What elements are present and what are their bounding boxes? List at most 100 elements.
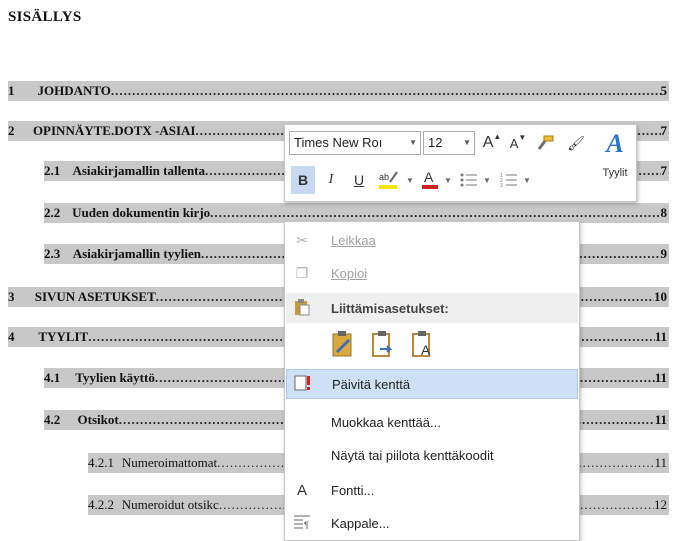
- menu-item-edit-field[interactable]: Muokkaa kenttää...: [286, 407, 578, 437]
- toc-entry[interactable]: 2.2 Uuden dokumentin kirjo .............…: [44, 203, 669, 223]
- toc-entry-page: 7: [660, 123, 668, 138]
- toc-entry-page: 7: [660, 163, 668, 178]
- paste-merge-formatting-icon[interactable]: [370, 329, 398, 359]
- toc-entry-page: 8: [660, 205, 668, 220]
- shrink-font-icon: A: [509, 135, 519, 151]
- toc-entry-page: 11: [654, 370, 667, 385]
- svg-text:3: 3: [500, 183, 503, 188]
- toc-title: SISÄLLYS: [8, 9, 82, 25]
- chevron-down-icon: ▼: [444, 175, 452, 185]
- font-name-value: Times New Roı: [294, 135, 383, 150]
- toc-entry-number: 2.3: [44, 246, 61, 261]
- toc-entry-page: 5: [660, 83, 668, 98]
- highlighter-icon: ab: [379, 171, 398, 189]
- toc-entry-number: 4.2.2: [88, 497, 114, 512]
- menu-item-paragraph[interactable]: ¶ Kappale...: [286, 508, 578, 538]
- format-painter-button[interactable]: [533, 131, 557, 155]
- menu-item-cut[interactable]: ✂ Leikkaa: [286, 225, 578, 255]
- clear-formatting-button[interactable]: 🖌: [563, 131, 589, 155]
- toc-entry-page: 10: [654, 289, 667, 304]
- toc-entry-text: OPINNÄYTE.DOTX -ASIAI: [32, 123, 196, 138]
- toc-entry-number: 2.1: [44, 163, 61, 178]
- paste-options-row: A: [286, 329, 578, 363]
- shrink-font-button[interactable]: A ▼: [507, 131, 529, 155]
- toc-entry-number: 4.1: [44, 370, 61, 385]
- update-field-icon: [293, 374, 313, 395]
- menu-item-label: Kopioi: [331, 265, 368, 281]
- underline-button[interactable]: U: [347, 166, 371, 194]
- svg-text:A: A: [424, 169, 434, 185]
- toc-entry-text: JOHDANTO: [37, 83, 111, 98]
- italic-icon: I: [328, 172, 334, 187]
- font-name-combobox[interactable]: Times New Roı ▼: [289, 131, 421, 155]
- scissors-icon: ✂: [296, 231, 308, 248]
- bold-button[interactable]: B: [291, 166, 315, 194]
- toc-entry-number: 4.2.1: [88, 455, 114, 470]
- chevron-down-icon: ▼: [523, 175, 531, 185]
- toc-entry-text: TYYLIT: [38, 329, 89, 344]
- chevron-down-icon: ▼: [406, 175, 414, 185]
- toc-entry[interactable]: 1 JOHDANTO .............................…: [8, 81, 669, 101]
- toc-entry-page: 11: [654, 329, 667, 344]
- menu-item-label: Fontti...: [331, 482, 375, 498]
- context-menu: ✂ Leikkaa ❐ Kopioi Liittämisasetukset: A…: [284, 221, 580, 541]
- font-icon: A: [296, 481, 307, 499]
- italic-button[interactable]: I: [319, 166, 343, 194]
- menu-item-label: Leikkaa: [331, 232, 376, 248]
- toc-entry-number: 2: [8, 123, 15, 138]
- numbering-button[interactable]: 1 2 3: [497, 166, 521, 194]
- highlight-button[interactable]: ab: [375, 166, 403, 194]
- toc-entry-page: 9: [660, 246, 668, 261]
- toc-entry-number: 4.2: [44, 412, 61, 427]
- menu-section-label: Liittämisasetukset:: [331, 300, 449, 316]
- clipboard-icon: [292, 298, 312, 319]
- chevron-down-icon: ▼: [483, 175, 491, 185]
- menu-item-copy[interactable]: ❐ Kopioi: [286, 258, 578, 288]
- menu-section-paste-options: Liittämisasetukset:: [286, 293, 578, 323]
- toc-entry-number: 3: [8, 289, 15, 304]
- toc-entry-page: 11: [654, 455, 667, 470]
- paste-keep-source-formatting-icon[interactable]: [330, 329, 358, 359]
- numbering-dropdown[interactable]: ▼: [521, 166, 533, 194]
- bullets-dropdown[interactable]: ▼: [481, 166, 493, 194]
- paste-keep-text-only-icon[interactable]: A: [410, 329, 438, 359]
- toc-entry-text: Otsikot: [77, 412, 119, 427]
- styles-button[interactable]: A Tyylit: [597, 129, 633, 197]
- grow-font-button[interactable]: A ▲: [481, 131, 503, 155]
- bold-icon: B: [297, 172, 309, 188]
- chevron-down-icon[interactable]: ▼: [409, 138, 417, 147]
- underline-icon: U: [353, 172, 365, 188]
- menu-item-toggle-field-codes[interactable]: Näytä tai piilota kenttäkoodit: [286, 440, 578, 470]
- toc-entry-text: Tyylien käyttö: [75, 370, 155, 385]
- font-color-dropdown[interactable]: ▼: [442, 166, 454, 194]
- toc-entry-text: Numeroimattomat: [121, 455, 218, 470]
- menu-item-label: Päivitä kenttä: [332, 376, 411, 392]
- bullet-list-icon: [460, 173, 477, 187]
- toc-leader-dots: ........................................…: [210, 205, 661, 220]
- toc-entry-page: 12: [654, 497, 667, 512]
- styles-icon: A: [606, 129, 624, 158]
- toc-entry-text: Asiakirjamallin tallenta: [72, 163, 206, 178]
- paragraph-icon: ¶: [292, 514, 312, 533]
- toc-entry-text: Asiakirjamallin tyylien: [72, 246, 201, 261]
- numbered-list-icon: 1 2 3: [500, 173, 517, 188]
- menu-item-font[interactable]: A Fontti...: [286, 475, 578, 505]
- highlight-dropdown[interactable]: ▼: [403, 166, 417, 194]
- styles-label: Tyylit: [602, 167, 628, 179]
- format-painter-icon: [537, 135, 554, 150]
- toc-entry-number: 2.2: [44, 205, 61, 220]
- grow-font-icon: A: [482, 134, 494, 151]
- font-color-button[interactable]: A: [419, 166, 441, 194]
- toc-entry-page: 11: [654, 412, 667, 427]
- bullets-button[interactable]: [457, 166, 481, 194]
- brush-icon: 🖌: [567, 134, 585, 151]
- svg-text:ab: ab: [379, 172, 389, 182]
- toc-entry-number: 1: [8, 83, 15, 98]
- font-size-value: 12: [428, 135, 443, 150]
- svg-text:¶: ¶: [304, 520, 309, 530]
- toc-entry-text: Uuden dokumentin kirjo: [72, 205, 211, 220]
- chevron-down-icon[interactable]: ▼: [463, 138, 471, 147]
- toc-entry-number: 4: [8, 329, 15, 344]
- menu-item-update-field[interactable]: Päivitä kenttä: [286, 369, 578, 399]
- font-size-combobox[interactable]: 12 ▼: [423, 131, 475, 155]
